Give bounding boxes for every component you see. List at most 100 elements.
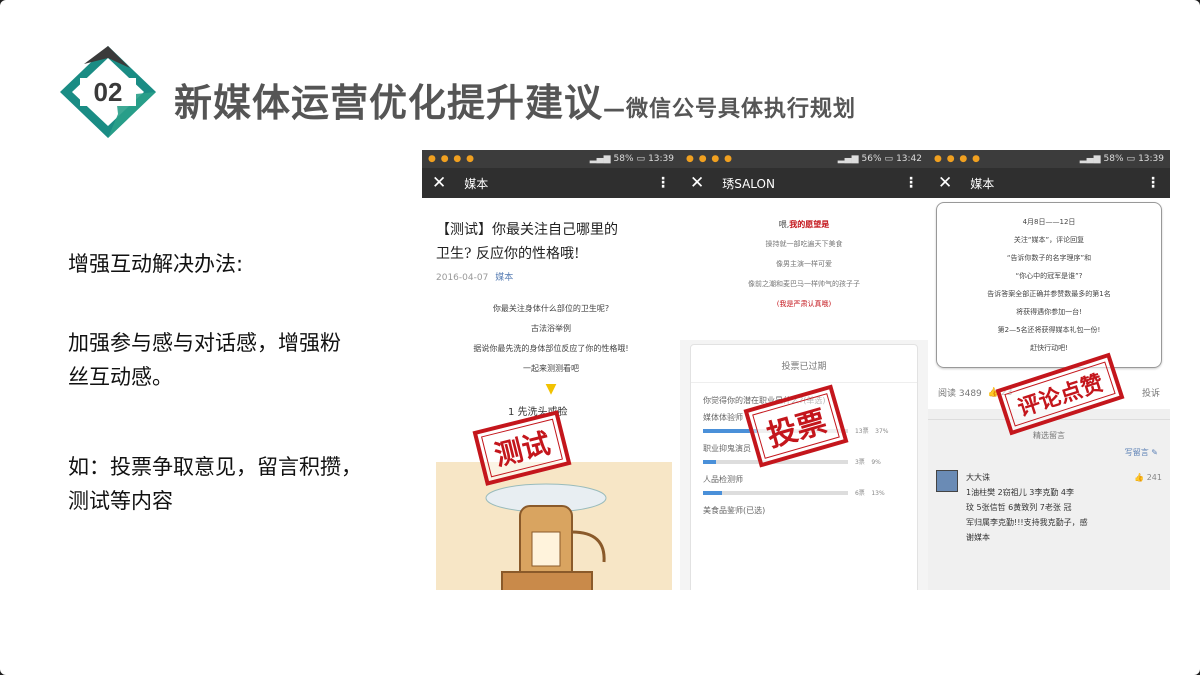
battery-icon: ▭ [636,154,646,164]
report-link[interactable]: 投诉 [1142,386,1160,399]
comment-line: 1油柱樊 2窃祖儿 3李克勤 4李 [966,488,1074,497]
nav-title: 琇SALON [722,176,775,191]
left-point2: 如：投票争取意见，留言积攒， 测试等内容 [68,450,362,518]
title-main: 新媒体运营优化提升建议 [174,81,604,125]
arrow-down-icon: ▼ [545,381,557,397]
poll-closed: 投票已过期 [691,345,917,383]
article-title-line1: 【测试】你最关注自己哪里的 [436,222,618,238]
status-time: 13:39 [1138,154,1164,164]
poll-votes: 13票 [854,428,869,435]
nav-bar: ✕ 媒本 ⋮ [422,168,680,198]
wish-heading: 喂,我的愿望是 [680,216,928,234]
wish-footnote: (我是严肃认真哦) [776,300,832,308]
close-icon[interactable]: ✕ [690,173,704,193]
left-point1: 加强参与感与对话感，增强粉 丝互动感。 [68,326,341,394]
comment-body: 大大诛 👍 241 1油柱樊 2窃祖儿 3李克勤 4李 玟 5张信哲 6黄致列 … [966,470,1162,545]
status-bar: ● ● ● ● ▂▄▆ 58% ▭ 13:39 [422,150,680,168]
article-author[interactable]: 媒本 [495,273,513,283]
left-point1-line2: 丝互动感。 [68,365,173,389]
signal-icon: ▂▄▆ [837,154,859,164]
phone-vote: ● ● ● ● ▂▄▆ 56% ▭ 13:42 ✕ 琇SALON ⋮ 喂,我的愿… [680,150,928,590]
commenter-name: 大大诛 [966,473,990,482]
article-title-line2: 卫生? 反应你的性格哦! [436,246,580,262]
wish-prefix: 喂, [778,220,790,229]
body-line: 据说你最先洗的身体部位反应了你的性格哦! [473,344,629,353]
body-line: 古法浴举例 [531,324,571,333]
article-body: 你最关注身体什么部位的卫生呢? 古法浴举例 据说你最先洗的身体部位反应了你的性格… [422,299,680,379]
wish-line: 操持就一部吃遍天下美食 [765,240,843,248]
body-line: 一起来测测看吧 [523,364,579,373]
contest-line: 关注“媒本”，评论回复 [1013,236,1085,244]
contest-box: 4月8日——12日 关注“媒本”，评论回复 “告诉你数子的名字理序”和 “你心中… [936,202,1162,368]
nav-title: 媒本 [970,176,995,191]
close-icon[interactable]: ✕ [432,173,446,193]
phone-test: ● ● ● ● ▂▄▆ 58% ▭ 13:39 ✕ 媒本 ⋮ 【测试】你最关注自… [422,150,680,590]
phone-screenshots: ● ● ● ● ▂▄▆ 58% ▭ 13:39 ✕ 媒本 ⋮ 【测试】你最关注自… [422,150,1170,590]
article-title: 【测试】你最关注自己哪里的 卫生? 反应你的性格哦! [422,198,680,266]
poll-option-label: 人品检测师 [703,475,743,484]
body-line: 你最关注身体什么部位的卫生呢? [492,304,610,313]
nav-bar: ✕ 琇SALON ⋮ [680,168,928,198]
wish-line: 像前之潮和麦巴马一样帅气的孩子子 [748,280,860,288]
thumb-icon[interactable]: 👍 241 [1134,470,1162,485]
notification-icons: ● ● ● ● [428,154,475,164]
left-heading: 增强互动解决办法: [68,252,244,276]
write-comment[interactable]: 写留言 ✎ [928,447,1170,458]
wish-title: 我的愿望是 [789,220,830,229]
contest-line: 赶快行动吧! [1030,344,1068,352]
poll-card: 投票已过期 你觉得你的潜在职业是什么?(单选) 媒体体验师 13票 37% 职业… [690,344,918,590]
illustration [436,462,672,590]
more-icon[interactable]: ⋮ [1146,175,1160,191]
status-bar: ● ● ● ● ▂▄▆ 56% ▭ 13:42 [680,150,928,168]
contest-line: 告诉答案全部正确并参赞数最多的第1名 [987,290,1111,298]
badge-number: 02 [94,77,123,107]
contest-lines: 4月8日——12日 关注“媒本”，评论回复 “告诉你数子的名字理序”和 “你心中… [937,213,1161,357]
comment-line: 军归属李克勤!!!支持我克勤子，感 [966,518,1088,527]
notification-icons: ● ● ● ● [934,154,981,164]
poll-pct: 13% [871,490,885,497]
write-label: 写留言 [1124,448,1149,457]
nav-title: 媒本 [464,176,489,191]
left-point2-line1: 如：投票争取意见，留言积攒， [68,455,362,479]
comment-line: 谢媒本 [966,533,990,542]
status-time: 13:39 [648,154,674,164]
battery-text: 56% [861,154,882,164]
comment-item: 大大诛 👍 241 1油柱樊 2窃祖儿 3李克勤 4李 玟 5张信哲 6黄致列 … [928,458,1170,545]
left-point2-line2: 测试等内容 [68,489,173,513]
battery-icon: ▭ [884,154,894,164]
title-sub: —微信公号具体执行规划 [603,97,857,122]
read-count: 阅读 3489 [938,389,982,399]
contest-line: 将获得遇你参加一台! [1016,308,1082,316]
poll-fill [703,491,722,495]
poll-votes: 3票 [854,459,865,466]
more-icon[interactable]: ⋮ [656,175,670,191]
wish-lines: 操持就一部吃遍天下美食 像男主演一样可爱 像前之潮和麦巴马一样帅气的孩子子 (我… [680,234,928,314]
comments-section: 精选留言 写留言 ✎ 大大诛 👍 241 1油柱樊 2窃祖儿 3李克勤 4李 玟… [928,409,1170,590]
bath-barrel-image [485,483,607,590]
slide: 02 新媒体运营优化提升建议—微信公号具体执行规划 增强互动解决办法: 加强参与… [0,0,1200,675]
left-point1-line1: 加强参与感与对话感，增强粉 [68,331,341,355]
poll-pct: 37% [875,428,889,435]
comment-line: 玟 5张信哲 6黄致列 7老张 冠 [966,503,1072,512]
pencil-icon: ✎ [1148,448,1158,457]
status-bar: ● ● ● ● ▂▄▆ 58% ▭ 13:39 [928,150,1170,168]
article-date: 2016-04-07 [436,273,489,283]
article-meta: 2016-04-07 媒本 [422,266,680,287]
battery-text: 58% [613,154,634,164]
wish-section: 喂,我的愿望是 操持就一部吃遍天下美食 像男主演一样可爱 像前之潮和麦巴马一样帅… [680,198,928,340]
nav-bar: ✕ 媒本 ⋮ [928,168,1170,198]
poll-bar [703,491,849,495]
contest-line: “告诉你数子的名字理序”和 [1006,254,1092,262]
notification-icons: ● ● ● ● [686,154,733,164]
battery-text: 58% [1103,154,1124,164]
wish-line: 像男主演一样可爱 [776,260,832,268]
page-title: 新媒体运营优化提升建议—微信公号具体执行规划 [174,72,856,127]
contest-line: 4月8日——12日 [1022,218,1076,226]
section-badge: 02 [60,46,156,138]
more-icon[interactable]: ⋮ [904,175,918,191]
poll-votes: 6票 [854,490,865,497]
poll-pct: 9% [871,459,881,466]
close-icon[interactable]: ✕ [938,173,952,193]
contest-line: 第2—5名还将获得媒本礼包一份! [997,326,1101,334]
status-time: 13:42 [896,154,922,164]
